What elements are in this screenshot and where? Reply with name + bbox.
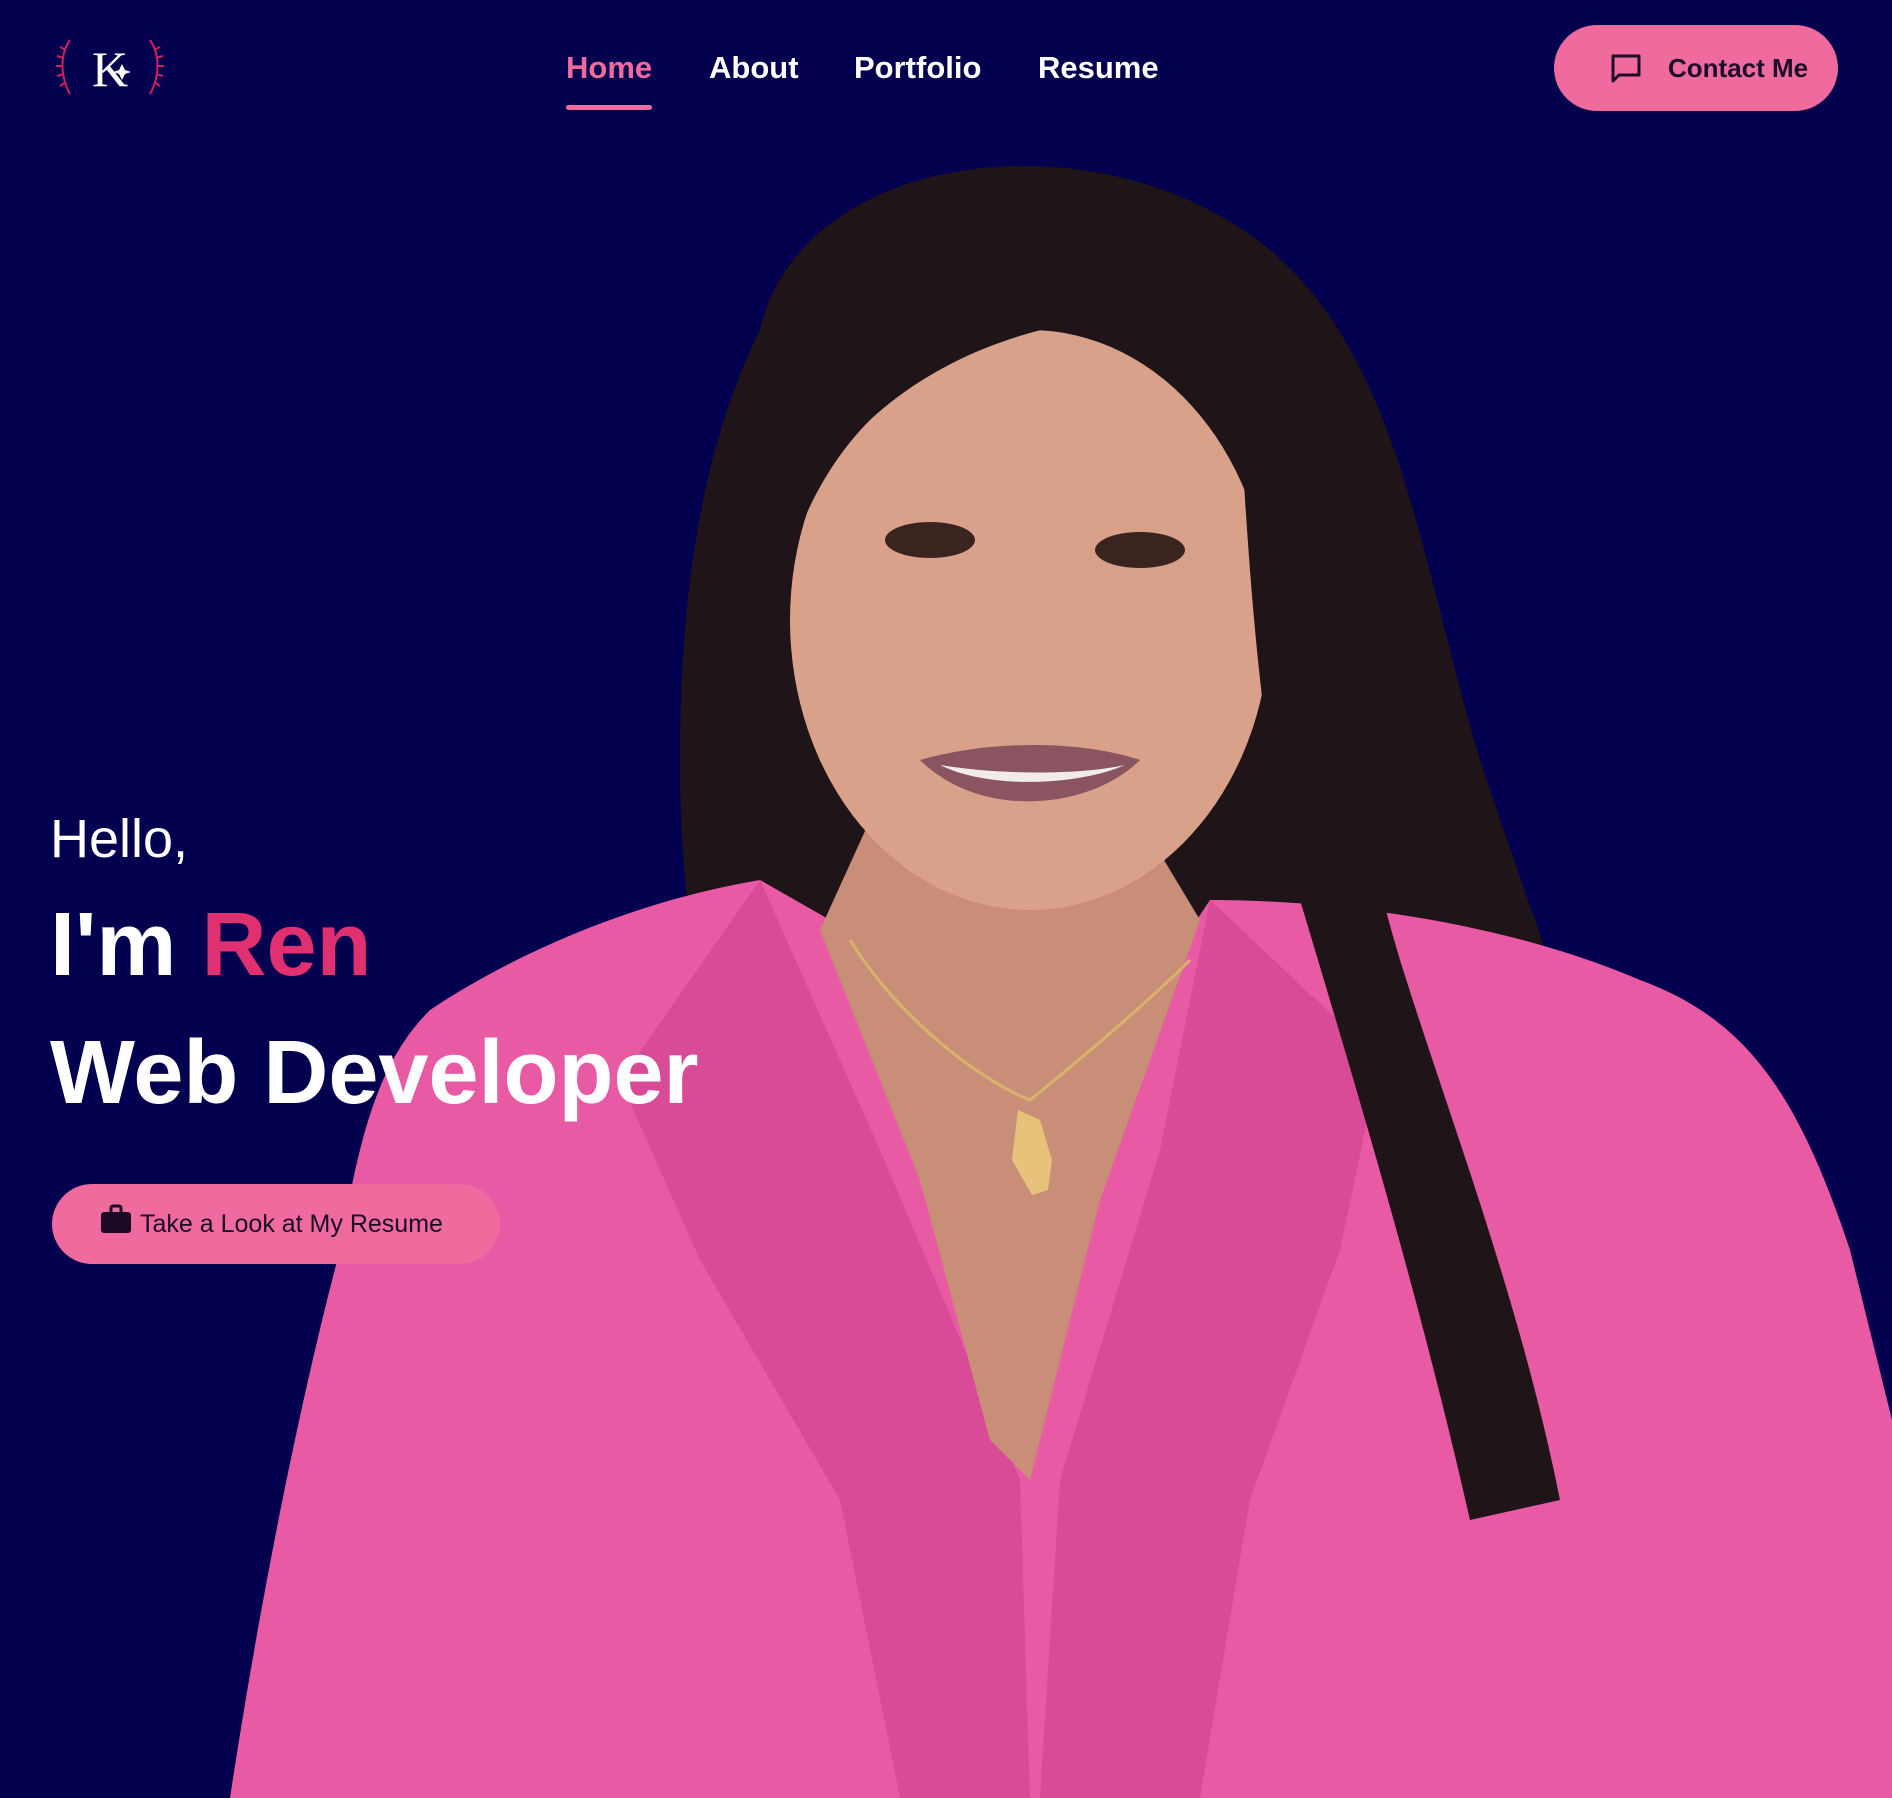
nav-item-about[interactable]: About bbox=[709, 42, 799, 94]
contact-me-button[interactable]: Contact Me bbox=[1554, 25, 1838, 111]
hero-intro: I'm Ren bbox=[50, 890, 371, 1000]
nav-item-home[interactable]: Home bbox=[566, 42, 653, 110]
briefcase-icon bbox=[101, 1204, 131, 1233]
nav-item-portfolio[interactable]: Portfolio bbox=[854, 42, 981, 94]
view-resume-button[interactable]: Take a Look at My Resume bbox=[52, 1184, 500, 1264]
hero-name: Ren bbox=[201, 895, 372, 995]
page: K Home About Portfolio Resume Contact Me… bbox=[0, 0, 1892, 1798]
contact-me-label: Contact Me bbox=[1668, 52, 1809, 83]
view-resume-label: Take a Look at My Resume bbox=[140, 1209, 443, 1238]
hero-intro-prefix: I'm bbox=[50, 895, 177, 995]
hero-role: Web Developer bbox=[50, 1023, 699, 1123]
nav-item-resume[interactable]: Resume bbox=[1038, 42, 1159, 94]
hero-greeting: Hello, bbox=[50, 809, 189, 869]
chat-bubble-icon bbox=[1611, 54, 1641, 83]
